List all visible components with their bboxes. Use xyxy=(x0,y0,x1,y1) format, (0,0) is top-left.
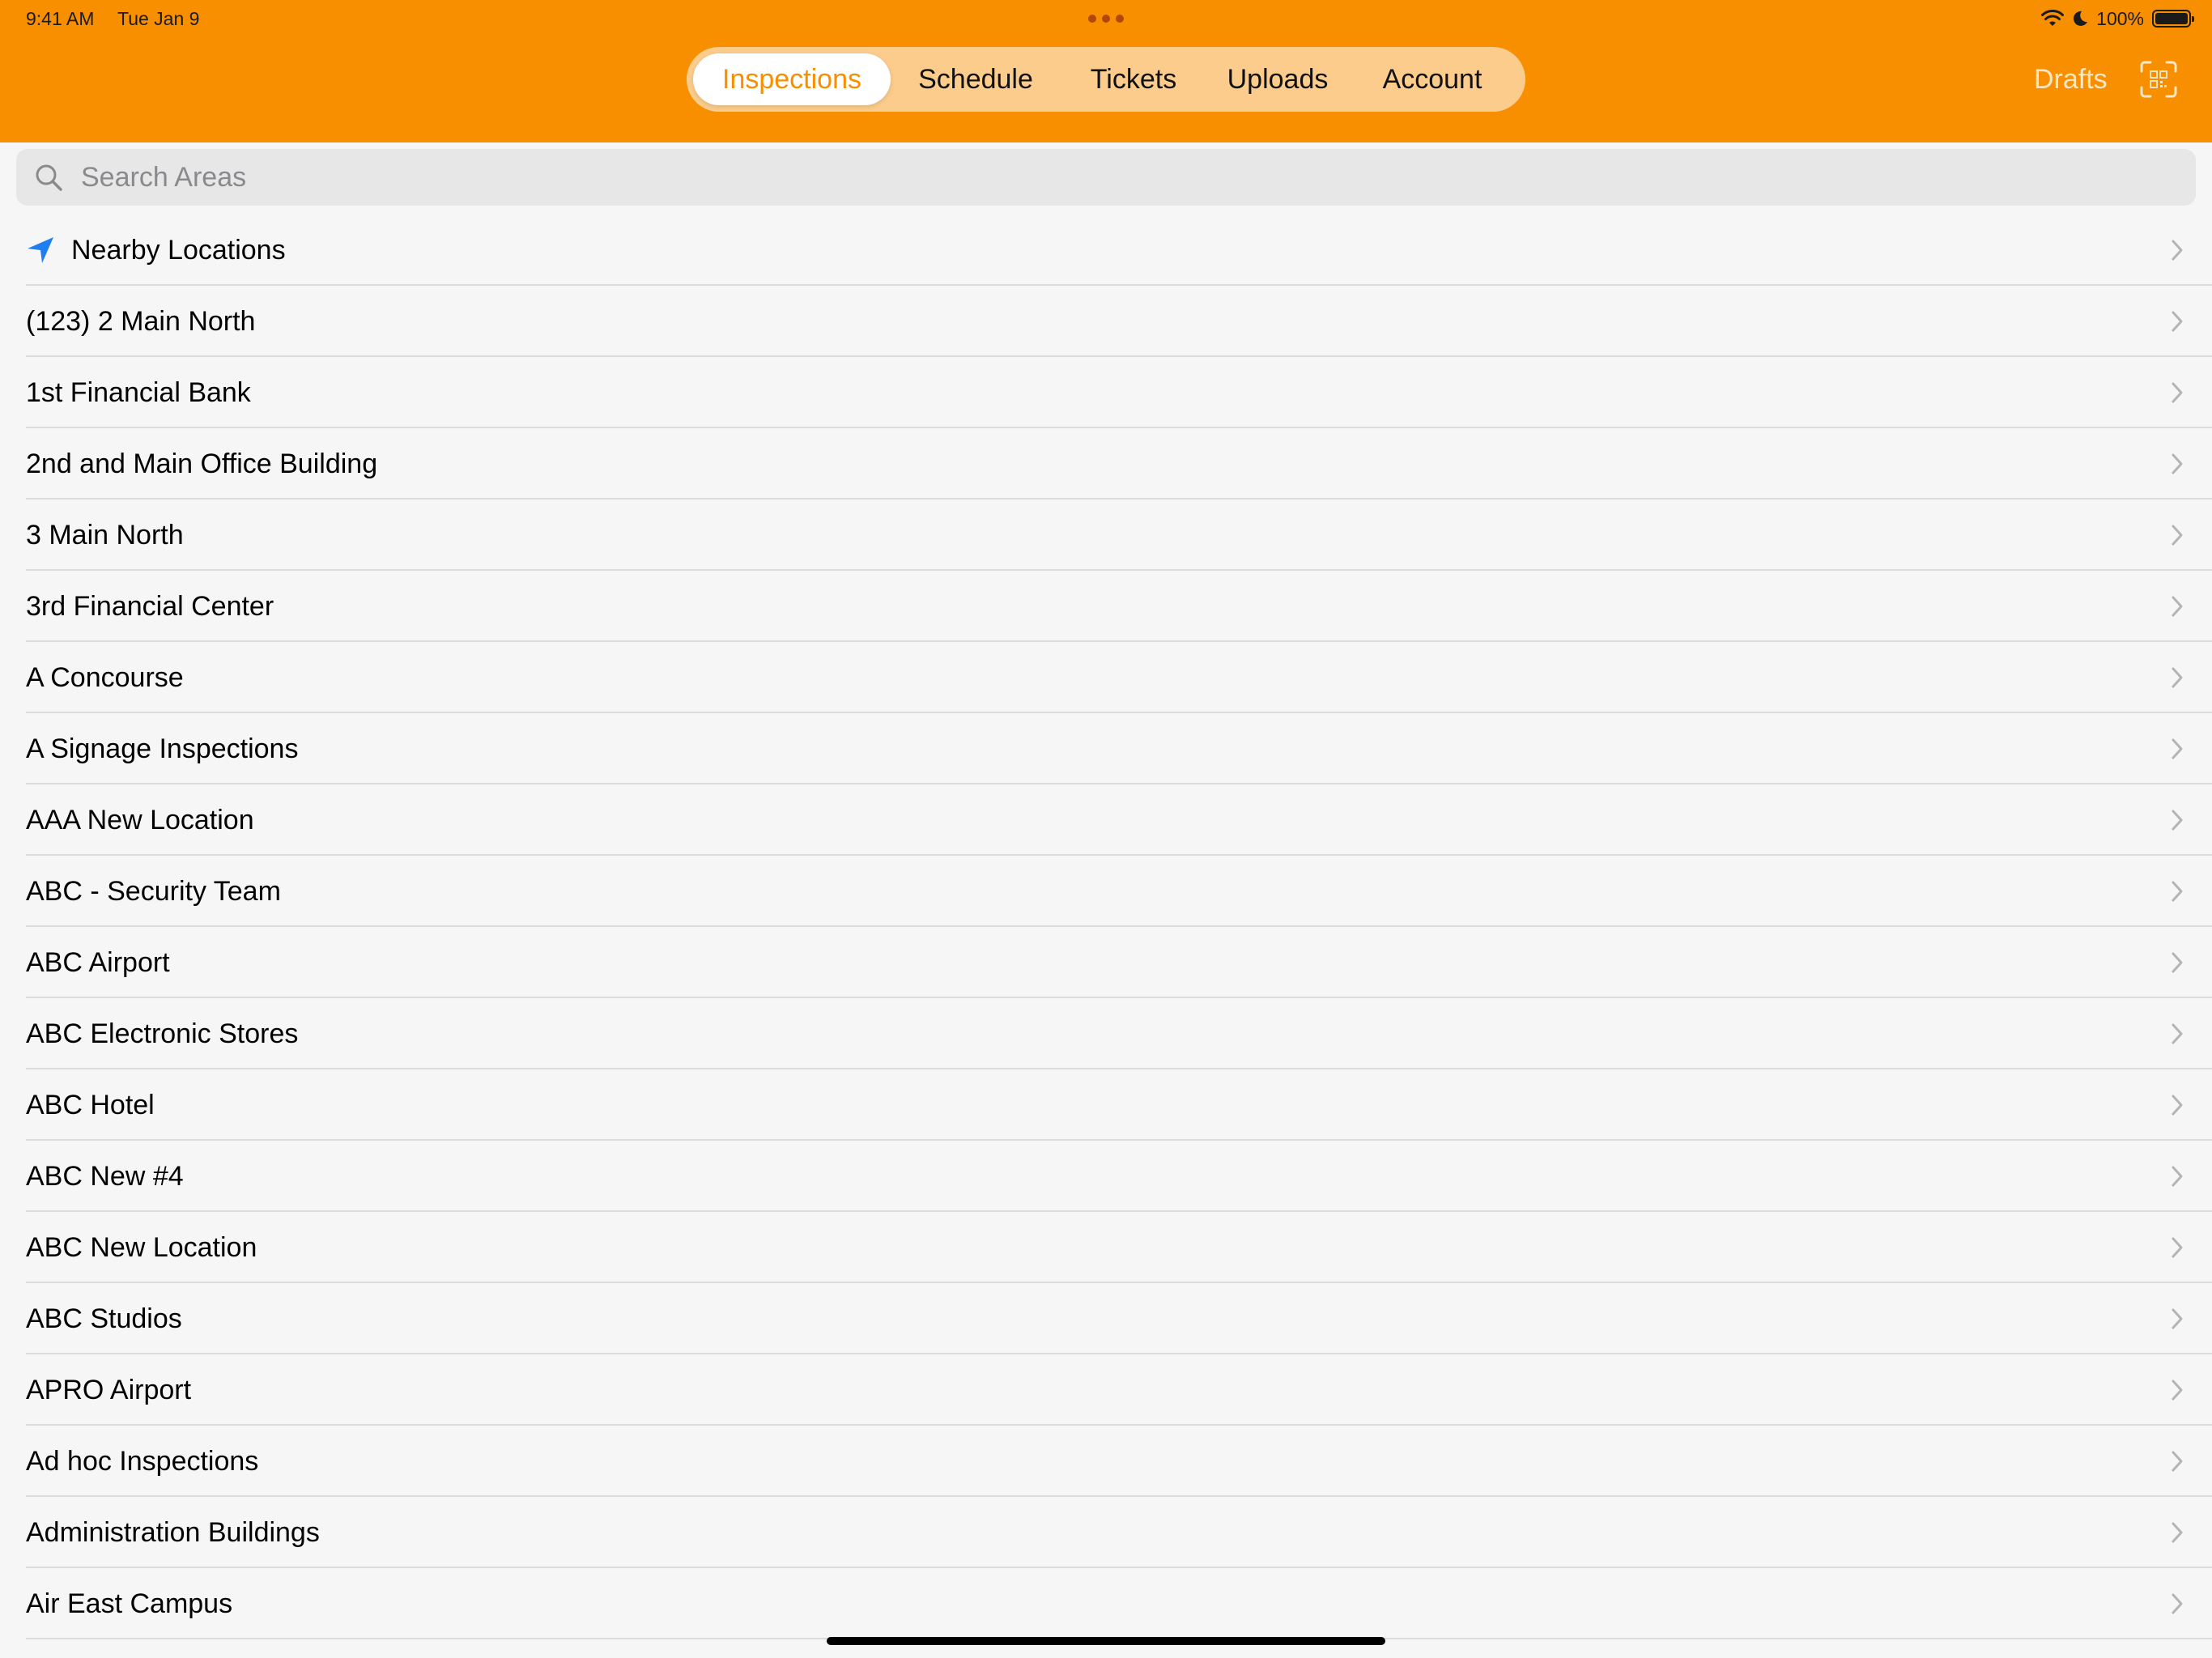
list-item[interactable]: 2nd and Main Office Building xyxy=(0,428,2212,500)
list-item-label: ABC New #4 xyxy=(26,1160,184,1192)
status-time: 9:41 AM xyxy=(26,8,95,29)
chevron-right-icon xyxy=(2172,1380,2183,1401)
list-item-label: ABC Airport xyxy=(26,946,170,978)
list-item-label: 2nd and Main Office Building xyxy=(26,448,378,479)
list-item[interactable]: Ad hoc Inspections xyxy=(0,1426,2212,1497)
list-item[interactable]: ABC Airport xyxy=(0,927,2212,998)
location-arrow-icon xyxy=(28,237,53,263)
chevron-right-icon xyxy=(2172,1023,2183,1044)
list-item[interactable]: 3 Main North xyxy=(0,500,2212,571)
list-item-label: (123) 2 Main North xyxy=(26,305,256,337)
list-item-label: ABC New Location xyxy=(26,1231,257,1263)
list-item[interactable]: ABC New Location xyxy=(0,1212,2212,1283)
status-indicators: 100% xyxy=(2041,5,2194,32)
list-item[interactable]: Administration Buildings xyxy=(0,1497,2212,1568)
wifi-icon xyxy=(2041,10,2065,26)
list-item-label: ABC - Security Team xyxy=(26,875,281,907)
list-item-label: 3 Main North xyxy=(26,519,184,551)
chevron-right-icon xyxy=(2172,738,2183,759)
main-tabs: Inspections Schedule Tickets Uploads Acc… xyxy=(687,47,1525,112)
nearby-locations-row[interactable]: Nearby Locations xyxy=(0,215,2212,286)
list-item[interactable]: ABC - Security Team xyxy=(0,856,2212,927)
list-item-label: Air East Campus xyxy=(26,1588,233,1619)
chevron-right-icon xyxy=(2172,810,2183,831)
list-item[interactable]: APRO Airport xyxy=(0,1354,2212,1426)
list-item[interactable]: ABC Electronic Stores xyxy=(0,998,2212,1069)
list-item-label: ABC Electronic Stores xyxy=(26,1018,299,1049)
chevron-right-icon xyxy=(2172,1522,2183,1543)
tab-schedule[interactable]: Schedule xyxy=(891,53,1061,105)
chevron-right-icon xyxy=(2172,1166,2183,1187)
list-item[interactable]: ABC Hotel xyxy=(0,1069,2212,1141)
search-bar[interactable] xyxy=(16,149,2196,206)
tab-inspections[interactable]: Inspections xyxy=(693,53,891,105)
chevron-right-icon xyxy=(2172,1095,2183,1116)
chevron-right-icon xyxy=(2172,525,2183,546)
battery-percentage: 100% xyxy=(2096,7,2144,29)
list-item[interactable]: ABC New #4 xyxy=(0,1141,2212,1212)
chevron-right-icon xyxy=(2172,1237,2183,1258)
tab-account[interactable]: Account xyxy=(1349,53,1516,105)
list-item-label: Administration Buildings xyxy=(26,1516,320,1548)
tab-uploads[interactable]: Uploads xyxy=(1206,53,1349,105)
chevron-right-icon xyxy=(2172,1308,2183,1329)
chevron-right-icon xyxy=(2172,952,2183,973)
qr-scan-icon[interactable] xyxy=(2139,60,2178,99)
list-item-label: ABC Studios xyxy=(26,1303,182,1334)
chevron-right-icon xyxy=(2172,1593,2183,1614)
list-item[interactable]: ABC Studios xyxy=(0,1283,2212,1354)
chevron-right-icon xyxy=(2172,453,2183,474)
multitasking-dots-icon[interactable] xyxy=(1088,15,1124,23)
list-item[interactable]: A Concourse xyxy=(0,642,2212,713)
list-item[interactable]: Air East Campus xyxy=(0,1568,2212,1639)
moon-icon xyxy=(2074,11,2088,26)
battery-icon xyxy=(2152,10,2194,28)
list-item[interactable]: (123) 2 Main North xyxy=(0,286,2212,357)
list-item-label: 1st Financial Bank xyxy=(26,376,251,408)
search-icon xyxy=(36,164,62,191)
list-item-label: A Concourse xyxy=(26,661,184,693)
list-item-label: ABC Hotel xyxy=(26,1089,155,1120)
list-item-label: Nearby Locations xyxy=(71,234,286,266)
chevron-right-icon xyxy=(2172,311,2183,332)
list-item-label: APRO Airport xyxy=(26,1374,192,1405)
home-indicator[interactable] xyxy=(827,1637,1385,1645)
drafts-button[interactable]: Drafts xyxy=(2034,60,2108,99)
locations-list: Nearby Locations (123) 2 Main North 1st F… xyxy=(0,215,2212,1639)
list-item[interactable]: A Signage Inspections xyxy=(0,713,2212,784)
chevron-right-icon xyxy=(2172,667,2183,688)
list-item-label: Ad hoc Inspections xyxy=(26,1445,259,1477)
status-date: Tue Jan 9 xyxy=(117,8,200,29)
chevron-right-icon xyxy=(2172,596,2183,617)
chevron-right-icon xyxy=(2172,382,2183,403)
list-item[interactable]: AAA New Location xyxy=(0,784,2212,856)
list-item-label: 3rd Financial Center xyxy=(26,590,274,622)
chevron-right-icon xyxy=(2172,240,2183,261)
list-item[interactable]: 1st Financial Bank xyxy=(0,357,2212,428)
chevron-right-icon xyxy=(2172,1451,2183,1472)
chevron-right-icon xyxy=(2172,881,2183,902)
tab-tickets[interactable]: Tickets xyxy=(1061,53,1206,105)
list-item-label: AAA New Location xyxy=(26,804,254,835)
search-input[interactable] xyxy=(79,160,2107,194)
list-item[interactable]: 3rd Financial Center xyxy=(0,571,2212,642)
list-item-label: A Signage Inspections xyxy=(26,733,299,764)
navigation-header: 9:41 AM Tue Jan 9 100% Inspections Sched… xyxy=(0,0,2212,142)
